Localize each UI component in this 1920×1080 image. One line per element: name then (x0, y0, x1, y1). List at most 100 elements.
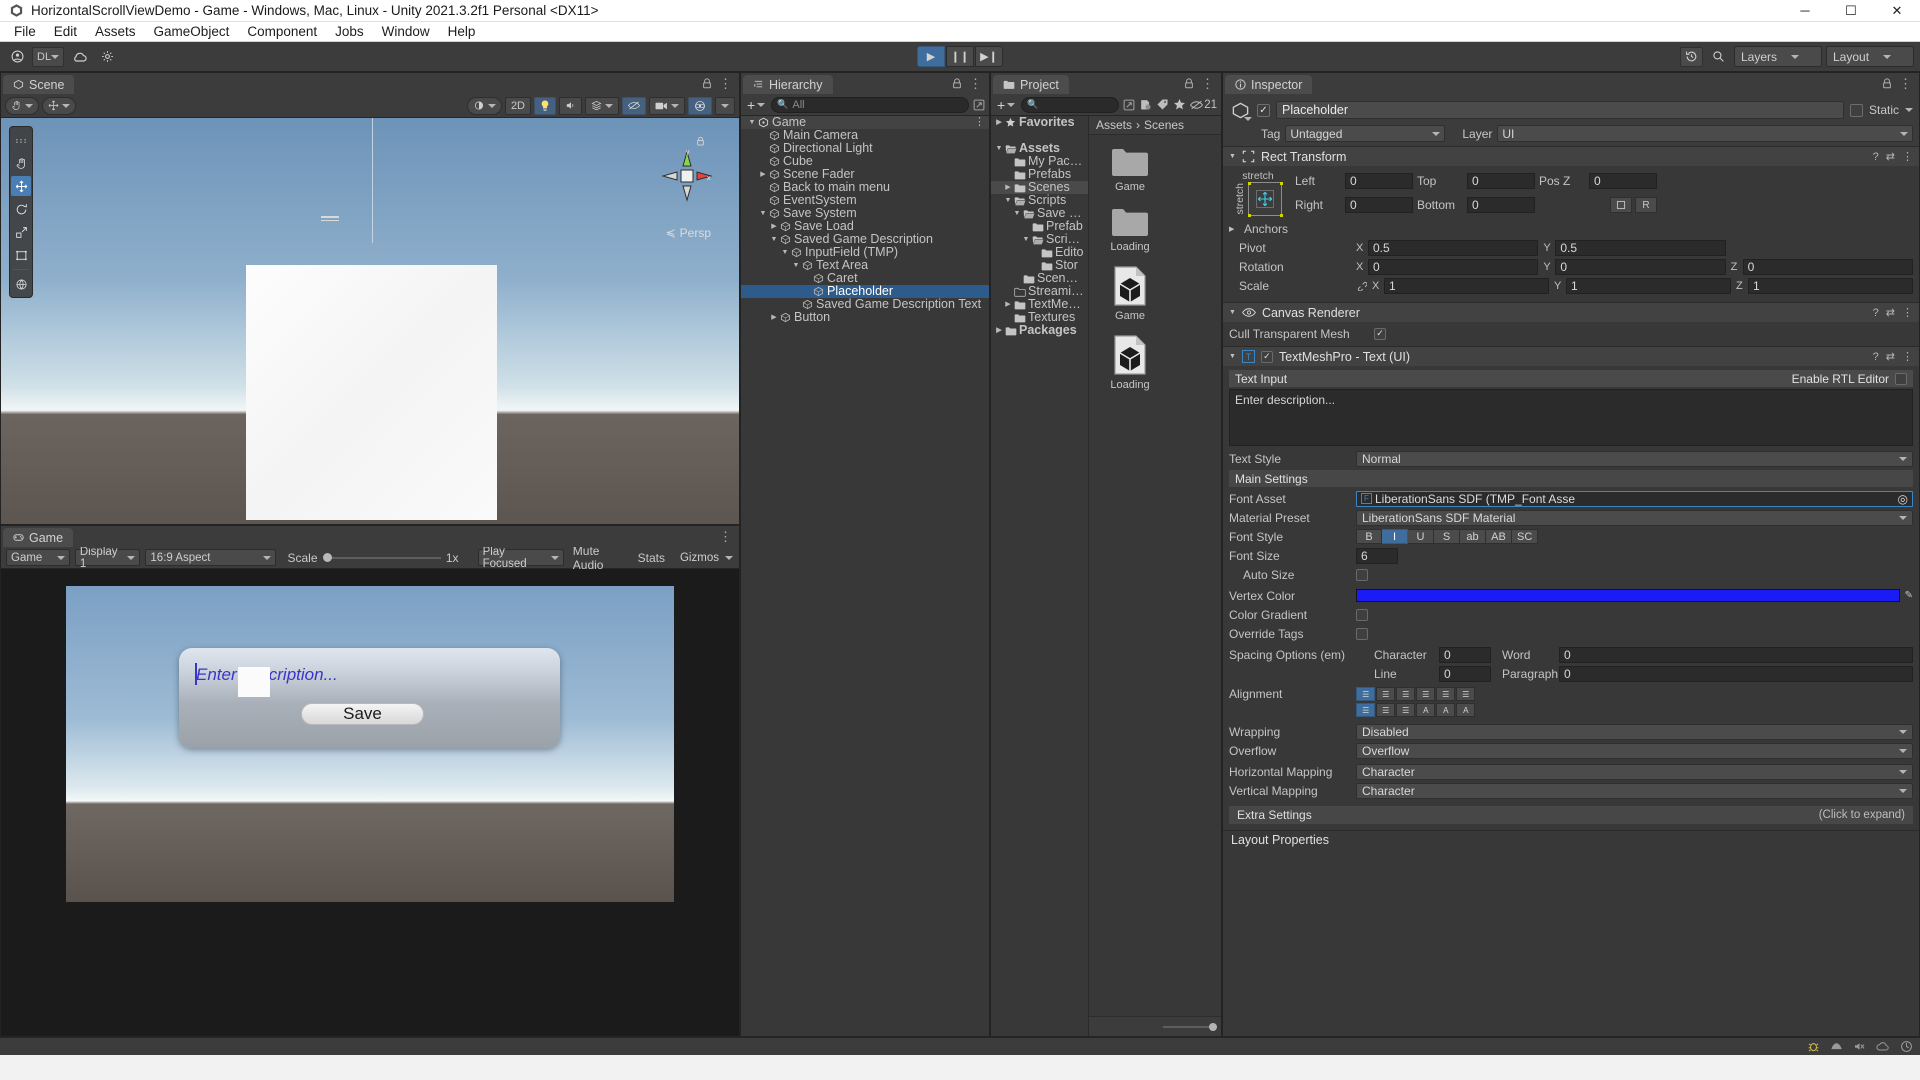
static-checkbox[interactable] (1850, 104, 1863, 117)
pause-button[interactable]: ❙❙ (946, 46, 974, 67)
layout-dropdown[interactable]: Layout (1826, 46, 1914, 67)
project-filter-type-icon[interactable] (1139, 98, 1152, 111)
project-tree-item-my-packages[interactable]: My Packages (991, 155, 1088, 168)
project-tree-item-favorites[interactable]: ▶Favorites (991, 116, 1088, 129)
scene-audio-toggle[interactable] (559, 97, 582, 115)
scale-z-field[interactable]: 1 (1748, 278, 1913, 294)
horizontal-alignment-buttons[interactable]: ☰ ☰ ☰ ☰ ☰ ☰ (1356, 687, 1475, 701)
scene-fx-dropdown[interactable] (585, 97, 619, 115)
account-icon[interactable] (6, 47, 29, 67)
tab-hierarchy[interactable]: Hierarchy (743, 75, 833, 94)
overflow-dropdown[interactable]: Overflow (1356, 743, 1913, 759)
hierarchy-item-save-system[interactable]: ▼Save System (741, 207, 989, 220)
inspector-body[interactable]: ✓ Placeholder Static Tag Untagged (1223, 94, 1919, 1036)
rect-transform-header[interactable]: ▼ Rect Transform ? ⇄ ⋮ (1223, 147, 1919, 166)
save-button[interactable]: Save (301, 703, 424, 725)
chevron-down-icon[interactable] (1905, 108, 1913, 112)
horizontal-mapping-dropdown[interactable]: Character (1356, 764, 1913, 780)
project-zoom-slider[interactable] (1089, 1016, 1221, 1036)
word-spacing-field[interactable]: 0 (1559, 647, 1913, 663)
asset-game-folder[interactable]: Game (1101, 145, 1159, 193)
close-button[interactable]: ✕ (1874, 0, 1920, 21)
font-style-ab-button[interactable]: ab (1460, 529, 1486, 544)
tab-project[interactable]: Project (993, 75, 1069, 94)
wrapping-dropdown[interactable]: Disabled (1356, 724, 1913, 740)
bottom-field[interactable]: 0 (1467, 197, 1535, 213)
step-button[interactable]: ▶❙ (975, 46, 1003, 67)
project-popout-icon[interactable] (1123, 99, 1135, 111)
scene-tool-hand[interactable] (5, 97, 39, 115)
hierarchy-item-main-camera[interactable]: Main Camera (741, 129, 989, 142)
help-icon[interactable]: ? (1873, 351, 1879, 363)
hierarchy-lock-icon[interactable] (952, 78, 962, 89)
chevron-down-icon[interactable]: ▼ (1229, 153, 1236, 160)
context-menu-icon[interactable]: ⋮ (1902, 306, 1913, 319)
game-viewport[interactable]: Enter description... Save (1, 569, 739, 1036)
align-flush-button[interactable]: ☰ (1436, 687, 1455, 701)
gameobject-name-field[interactable]: Placeholder (1276, 101, 1844, 119)
project-tree-item-textures[interactable]: Textures (991, 311, 1088, 324)
align-bottom-button[interactable]: ☰ (1396, 703, 1415, 717)
help-icon[interactable]: ? (1873, 151, 1879, 163)
align-center-button[interactable]: ☰ (1376, 687, 1395, 701)
chevron-down-icon[interactable]: ▼ (1012, 207, 1022, 220)
game-panel-menu-icon[interactable]: ⋮ (719, 530, 732, 543)
canvas-renderer-header[interactable]: ▼ Canvas Renderer ? ⇄ ⋮ (1223, 303, 1919, 322)
font-size-field[interactable]: 6 (1356, 548, 1398, 564)
tab-game[interactable]: Game (3, 528, 73, 547)
color-gradient-checkbox[interactable] (1356, 609, 1368, 621)
asset-loading-folder[interactable]: Loading (1101, 205, 1159, 253)
object-picker-icon[interactable]: ◎ (1898, 492, 1908, 506)
search-icon[interactable] (1707, 47, 1730, 67)
rotate-tool-icon[interactable] (11, 199, 31, 219)
hierarchy-popout-icon[interactable] (973, 99, 985, 111)
project-tree-item-packages[interactable]: ▶Packages (991, 324, 1088, 337)
align-right-button[interactable]: ☰ (1396, 687, 1415, 701)
textmeshpro-header[interactable]: ▼ T ✓ TextMeshPro - Text (UI) ? ⇄ ⋮ (1223, 347, 1919, 366)
font-asset-field[interactable]: F LiberationSans SDF (TMP_Font Asse ◎ (1356, 491, 1913, 507)
scene-hidden-toggle[interactable] (622, 97, 646, 115)
font-style-ab-button[interactable]: AB (1486, 529, 1512, 544)
hierarchy-item-saved-game-description[interactable]: ▼Saved Game Description (741, 233, 989, 246)
project-tree-item-edito[interactable]: Edito (991, 246, 1088, 259)
font-style-u-button[interactable]: U (1408, 529, 1434, 544)
chevron-right-icon[interactable]: ▶ (1229, 225, 1239, 233)
top-field[interactable]: 0 (1467, 173, 1535, 189)
hierarchy-menu-icon[interactable]: ⋮ (969, 77, 982, 90)
rect-tool-icon[interactable] (11, 245, 31, 265)
gameobject-icon[interactable] (1229, 99, 1251, 121)
display-dropdown[interactable]: Display 1 (75, 549, 141, 566)
chevron-right-icon[interactable]: ▶ (1003, 298, 1013, 311)
align-midline-button[interactable]: A (1436, 703, 1455, 717)
hierarchy-item-saved-game-description-text[interactable]: Saved Game Description Text (741, 298, 989, 311)
account-dropdown[interactable]: DL (32, 47, 64, 67)
cull-transparent-mesh-checkbox[interactable]: ✓ (1374, 328, 1386, 340)
hierarchy-item-cube[interactable]: Cube (741, 155, 989, 168)
project-menu-icon[interactable]: ⋮ (1201, 77, 1214, 90)
mute-audio-toggle[interactable]: Mute Audio (573, 544, 627, 572)
hierarchy-item-caret[interactable]: Caret (741, 272, 989, 285)
hierarchy-item-text-area[interactable]: ▼Text Area (741, 259, 989, 272)
project-tree-item-scene-sc[interactable]: Scene Sc (991, 272, 1088, 285)
bug-icon[interactable] (1807, 1040, 1820, 1053)
chevron-down-icon[interactable]: ▼ (769, 233, 779, 246)
font-style-b-button[interactable]: B (1356, 529, 1382, 544)
chevron-right-icon[interactable]: ▶ (994, 324, 1004, 337)
hierarchy-add-button[interactable]: + (745, 97, 767, 113)
character-spacing-field[interactable]: 0 (1439, 647, 1491, 663)
context-menu-icon[interactable]: ⋮ (1902, 150, 1913, 163)
progress-icon[interactable] (1900, 1040, 1913, 1053)
hierarchy-item-scene-fader[interactable]: ▶Scene Fader (741, 168, 989, 181)
project-lock-icon[interactable] (1184, 78, 1194, 89)
tool-drag-handle[interactable] (11, 130, 31, 150)
project-tree-item-assets[interactable]: ▼Assets (991, 142, 1088, 155)
chevron-right-icon[interactable]: ▶ (769, 311, 779, 324)
enable-rtl-checkbox[interactable] (1895, 373, 1907, 385)
layers-dropdown[interactable]: Layers (1734, 46, 1822, 67)
project-tree-item-streaminga[interactable]: StreamingA (991, 285, 1088, 298)
scene-lock-icon[interactable] (702, 78, 712, 89)
tab-scene[interactable]: Scene (3, 75, 74, 94)
play-focused-dropdown[interactable]: Play Focused (478, 549, 564, 566)
rotation-y-field[interactable]: 0 (1555, 259, 1725, 275)
auto-size-checkbox[interactable] (1356, 569, 1368, 581)
